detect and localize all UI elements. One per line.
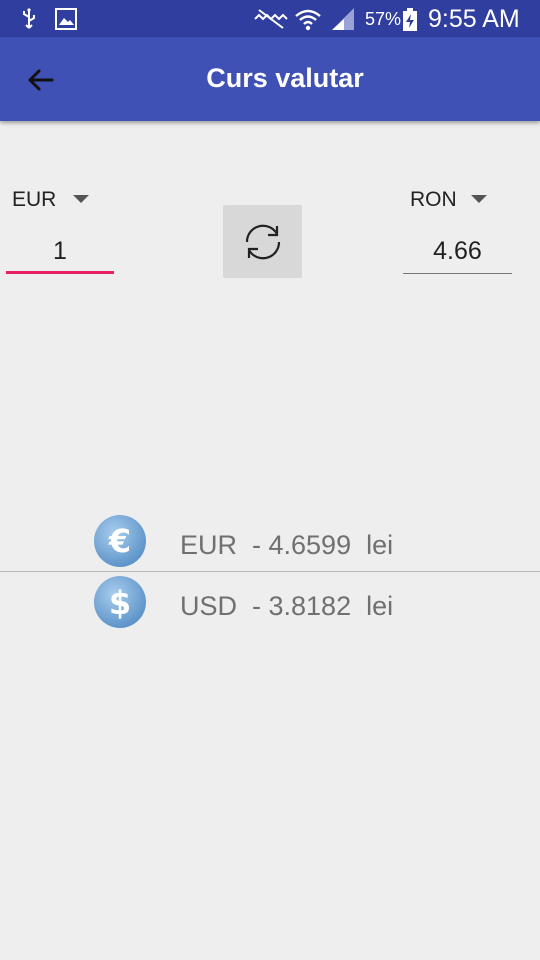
app-bar: Curs valutar <box>0 37 540 121</box>
from-amount-value: 1 <box>53 237 67 265</box>
status-bar: 57% 9:55 AM <box>0 0 540 37</box>
divider <box>0 571 540 572</box>
chevron-down-icon <box>73 195 89 203</box>
battery-percent: 57% <box>365 9 402 29</box>
usb-icon <box>20 8 38 35</box>
to-currency-label: RON <box>410 188 457 211</box>
to-amount-value: 4.66 <box>433 237 482 265</box>
page-title: Curs valutar <box>206 63 364 93</box>
to-currency-dropdown[interactable]: RON <box>410 186 490 216</box>
euro-coin-icon: € <box>93 514 147 568</box>
swap-arrows-icon <box>245 224 281 260</box>
mute-icon <box>253 8 289 35</box>
rate-text: EUR - 4.6599 lei <box>180 530 394 560</box>
swap-button[interactable] <box>223 205 302 278</box>
coin-symbol: € <box>108 522 131 560</box>
dollar-coin-icon: $ <box>93 575 147 629</box>
to-amount-field[interactable]: 4.66 <box>403 232 512 274</box>
rate-text: USD - 3.8182 lei <box>180 591 394 621</box>
signal-icon <box>330 8 356 37</box>
chevron-down-icon <box>471 195 487 203</box>
list-item: € EUR - 4.6599 lei <box>0 514 540 574</box>
from-currency-label: EUR <box>12 188 57 211</box>
gallery-icon <box>55 8 77 35</box>
wifi-icon <box>294 8 322 37</box>
battery-charging-icon <box>402 8 418 37</box>
list-item: $ USD - 3.8182 lei <box>0 575 540 635</box>
coin-symbol: $ <box>109 584 131 622</box>
from-amount-input[interactable]: 1 <box>6 232 114 274</box>
from-currency-dropdown[interactable]: EUR <box>12 186 92 216</box>
clock: 9:55 AM <box>428 5 520 33</box>
